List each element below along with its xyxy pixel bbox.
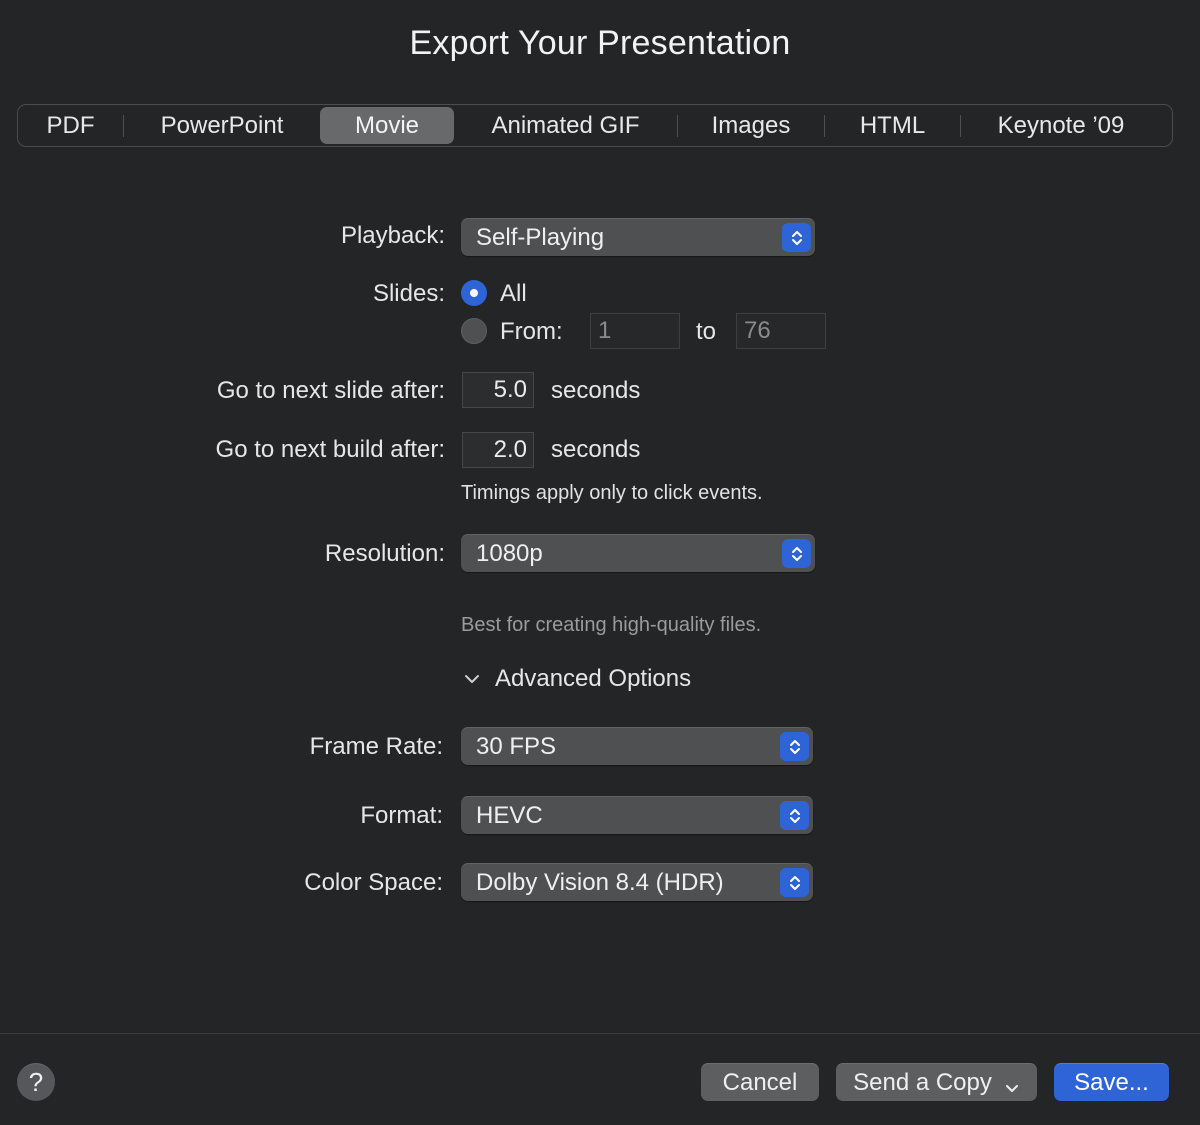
resolution-popup[interactable]: 1080p (461, 534, 815, 572)
tab-images[interactable]: Images (678, 107, 824, 144)
next-build-field[interactable]: 2.0 (462, 432, 534, 468)
footer-divider (0, 1033, 1200, 1034)
advanced-options-label: Advanced Options (495, 665, 692, 692)
format-label: Format: (360, 802, 443, 829)
timings-note: Timings apply only to click events. (461, 482, 763, 504)
export-format-tabs: PDF PowerPoint Movie Animated GIF Images… (17, 104, 1173, 147)
tab-animated-gif[interactable]: Animated GIF (454, 107, 677, 144)
slides-to-label: to (696, 318, 717, 345)
chevron-up-down-icon (780, 801, 809, 830)
resolution-label: Resolution: (324, 540, 445, 567)
format-value: HEVC (476, 801, 543, 829)
chevron-up-down-icon (780, 868, 809, 897)
send-a-copy-label: Send a Copy (853, 1068, 992, 1096)
next-slide-unit: seconds (551, 377, 641, 404)
next-slide-field[interactable]: 5.0 (462, 372, 534, 408)
chevron-up-down-icon (780, 732, 809, 761)
chevron-up-down-icon (782, 223, 811, 252)
help-button[interactable]: ? (17, 1063, 55, 1101)
cancel-button[interactable]: Cancel (701, 1063, 819, 1101)
playback-label: Playback: (340, 222, 445, 249)
chevron-down-icon (1004, 1075, 1020, 1092)
color-space-popup[interactable]: Dolby Vision 8.4 (HDR) (461, 863, 813, 901)
playback-popup[interactable]: Self-Playing (461, 218, 815, 256)
slides-label: Slides: (372, 280, 445, 307)
tab-pdf[interactable]: PDF (18, 107, 123, 144)
slides-all-label: All (500, 280, 527, 307)
slides-all-radio[interactable] (461, 280, 487, 306)
next-build-unit: seconds (551, 436, 641, 463)
help-label: ? (28, 1067, 44, 1097)
cancel-label: Cancel (722, 1068, 798, 1096)
advanced-options-disclosure[interactable]: Advanced Options (462, 664, 691, 694)
tab-movie[interactable]: Movie (320, 107, 454, 144)
format-popup[interactable]: HEVC (461, 796, 813, 834)
save-label: Save... (1074, 1068, 1149, 1096)
frame-rate-label: Frame Rate: (309, 733, 443, 760)
send-a-copy-button[interactable]: Send a Copy (836, 1063, 1037, 1101)
frame-rate-value: 30 FPS (476, 732, 557, 760)
next-build-label: Go to next build after: (215, 436, 445, 463)
color-space-label: Color Space: (304, 869, 443, 896)
resolution-hint: Best for creating high-quality files. (461, 614, 762, 636)
tab-html[interactable]: HTML (825, 107, 960, 144)
chevron-up-down-icon (782, 539, 811, 568)
tab-keynote-09[interactable]: Keynote ’09 (961, 107, 1161, 144)
next-slide-label: Go to next slide after: (216, 377, 445, 404)
tab-powerpoint[interactable]: PowerPoint (124, 107, 320, 144)
resolution-value: 1080p (476, 539, 543, 567)
dialog-title: Export Your Presentation (409, 24, 791, 62)
save-button[interactable]: Save... (1054, 1063, 1169, 1101)
color-space-value: Dolby Vision 8.4 (HDR) (476, 868, 724, 896)
playback-value: Self-Playing (476, 223, 605, 251)
slides-from-field[interactable]: 1 (590, 313, 680, 349)
slides-to-field[interactable]: 76 (736, 313, 826, 349)
chevron-down-icon (462, 669, 482, 689)
slides-from-label: From: (500, 318, 563, 345)
slides-from-radio[interactable] (461, 318, 487, 344)
frame-rate-popup[interactable]: 30 FPS (461, 727, 813, 765)
